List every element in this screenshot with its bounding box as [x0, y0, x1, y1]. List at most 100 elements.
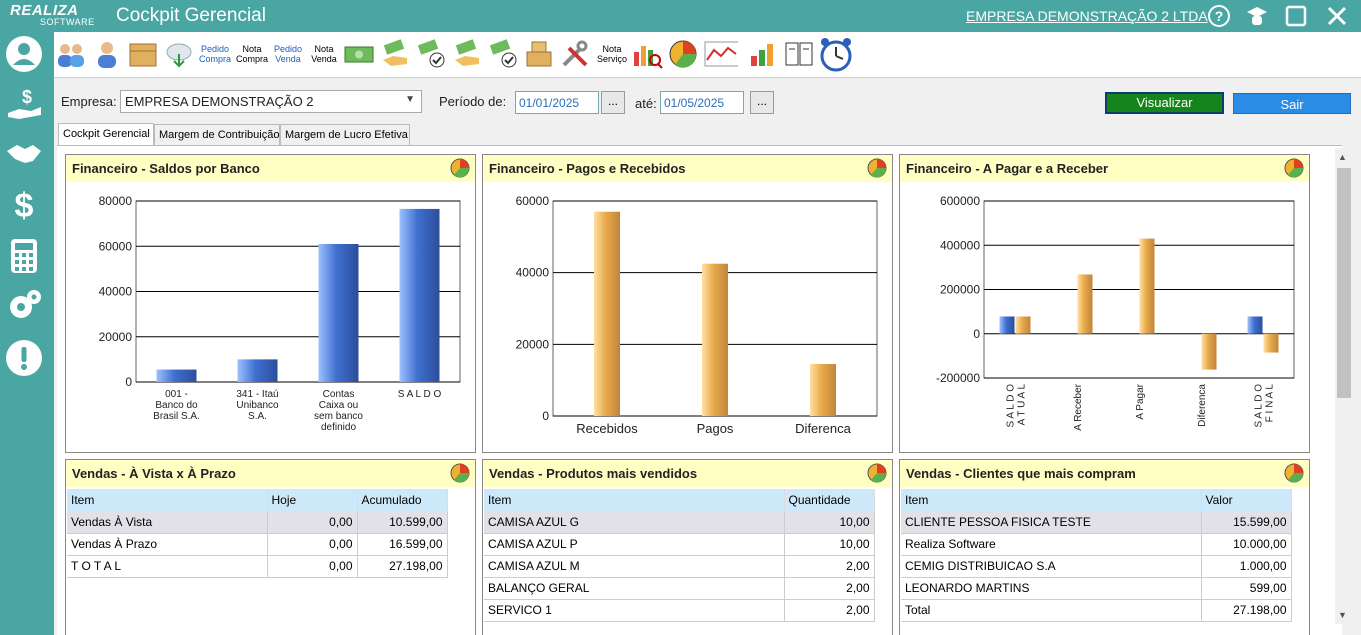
- maximize-icon[interactable]: [1283, 3, 1309, 29]
- column-header: Acumulado: [357, 489, 448, 511]
- empresa-select[interactable]: EMPRESA DEMONSTRAÇÃO 2 ▼: [120, 90, 422, 113]
- table-row[interactable]: SERVICO 1 2,00: [484, 599, 875, 622]
- bar-chart-pagar-receber: -2000000200000400000600000S A L D OA T U…: [936, 194, 1295, 431]
- table-row[interactable]: CAMISA AZUL M 2,00: [484, 555, 875, 578]
- table-row[interactable]: CEMIG DISTRIBUICAO S.A 1.000,00: [901, 555, 1292, 578]
- pie-chart-icon[interactable]: [449, 462, 471, 484]
- alarm-clock-icon[interactable]: [818, 36, 852, 72]
- pie-chart-icon[interactable]: [1283, 157, 1305, 179]
- chevron-down-icon: ▼: [405, 94, 415, 105]
- date-to-picker-button[interactable]: ...: [750, 91, 774, 114]
- x-tick-label: Pagos: [697, 421, 734, 436]
- chart-search-icon[interactable]: [630, 36, 664, 72]
- boxes-icon[interactable]: [522, 36, 556, 72]
- dollar-icon[interactable]: $: [4, 184, 44, 224]
- table-cell: BALANÇO GERAL: [484, 577, 785, 600]
- vista-prazo-table: Item Hoje Acumulado Vendas À Vista 0,00 …: [67, 489, 448, 578]
- bar: [1139, 238, 1155, 334]
- pie-chart-icon[interactable]: [866, 157, 888, 179]
- money-check-icon[interactable]: [414, 36, 448, 72]
- table-header-row: Item Valor: [901, 489, 1292, 511]
- table-row[interactable]: Vendas À Prazo 0,00 16.599,00: [67, 533, 448, 556]
- table-row[interactable]: CAMISA AZUL P 10,00: [484, 533, 875, 556]
- alert-icon[interactable]: [4, 338, 44, 378]
- hand-money-icon[interactable]: $: [4, 84, 44, 124]
- payment-check-icon[interactable]: [486, 36, 520, 72]
- panel-clientes: Vendas - Clientes que mais compram Item …: [899, 459, 1310, 635]
- user-icon[interactable]: [4, 34, 44, 74]
- panel-title: Financeiro - Saldos por Banco: [66, 155, 475, 182]
- date-from-input[interactable]: 01/01/2025: [515, 91, 599, 114]
- nota-servico-button[interactable]: Nota Serviço: [594, 44, 630, 64]
- bar-chart-icon[interactable]: [746, 36, 780, 72]
- x-tick-label: Banco do: [155, 400, 198, 411]
- table-row[interactable]: CAMISA AZUL G 10,00: [484, 511, 875, 534]
- gears-icon[interactable]: [4, 286, 44, 326]
- y-tick-label: 20000: [99, 330, 133, 344]
- tab-cockpit-gerencial[interactable]: Cockpit Gerencial: [58, 123, 154, 145]
- handshake-icon[interactable]: [4, 134, 44, 174]
- money-bill-icon[interactable]: [342, 36, 376, 72]
- sair-button[interactable]: Sair: [1233, 93, 1351, 114]
- realiza-logo: REALIZA SOFTWARE: [10, 2, 100, 30]
- table-header-row: Item Quantidade: [484, 489, 875, 511]
- scroll-thumb[interactable]: [1337, 168, 1351, 398]
- box-icon[interactable]: [126, 36, 160, 72]
- pie-chart-icon[interactable]: [1283, 462, 1305, 484]
- date-to-input[interactable]: 01/05/2025: [660, 91, 744, 114]
- bar: [1077, 274, 1093, 334]
- column-header: Valor: [1201, 489, 1292, 511]
- vertical-scrollbar[interactable]: ▲ ▼: [1335, 148, 1353, 624]
- visualizar-button[interactable]: Visualizar: [1105, 92, 1224, 114]
- table-cell: 27.198,00: [357, 555, 448, 578]
- users-group-icon[interactable]: [54, 36, 88, 72]
- user-person-icon[interactable]: [90, 36, 124, 72]
- cloud-download-icon[interactable]: [162, 36, 196, 72]
- table-row[interactable]: Realiza Software 10.000,00: [901, 533, 1292, 556]
- pie-chart-icon[interactable]: [666, 36, 700, 72]
- scroll-down-icon[interactable]: ▼: [1338, 610, 1347, 620]
- table-row[interactable]: Vendas À Vista 0,00 10.599,00: [67, 511, 448, 534]
- x-tick-label: A Receber: [1073, 383, 1084, 430]
- graduation-icon[interactable]: [1244, 3, 1270, 29]
- pedido-venda-button[interactable]: Pedido Venda: [270, 44, 306, 64]
- money-hand-icon[interactable]: [378, 36, 412, 72]
- nota-compra-button[interactable]: Nota Compra: [234, 44, 270, 64]
- table-row[interactable]: LEONARDO MARTINS 599,00: [901, 577, 1292, 600]
- tab-margem-contribuicao[interactable]: Margem de Contribuição: [154, 124, 280, 145]
- close-icon[interactable]: [1324, 3, 1350, 29]
- pie-chart-icon[interactable]: [866, 462, 888, 484]
- help-icon[interactable]: ?: [1206, 3, 1232, 29]
- bar: [810, 364, 836, 416]
- pie-chart-icon[interactable]: [449, 157, 471, 179]
- table-cell: CAMISA AZUL P: [484, 533, 785, 556]
- report-icon[interactable]: [782, 36, 816, 72]
- x-tick-label: S A L D O: [1006, 384, 1017, 428]
- pedido-compra-button[interactable]: Pedido Compra: [197, 44, 233, 64]
- scroll-up-icon[interactable]: ▲: [1338, 152, 1347, 162]
- table-cell: 2,00: [784, 599, 875, 622]
- svg-text:?: ?: [1215, 8, 1224, 24]
- svg-text:$: $: [22, 87, 32, 107]
- date-from-picker-button[interactable]: ...: [601, 91, 625, 114]
- x-tick-label: S A L D O: [398, 389, 442, 400]
- tools-icon[interactable]: [558, 36, 592, 72]
- table-row[interactable]: T O T A L 0,00 27.198,00: [67, 555, 448, 578]
- table-row[interactable]: BALANÇO GERAL 2,00: [484, 577, 875, 600]
- column-header: Hoje: [267, 489, 358, 511]
- line-chart-icon[interactable]: [704, 36, 738, 72]
- tab-margem-lucro[interactable]: Margem de Lucro Efetiva: [280, 124, 410, 145]
- table-cell: 2,00: [784, 577, 875, 600]
- sidebar: $ $: [0, 32, 54, 635]
- table-row[interactable]: CLIENTE PESSOA FISICA TESTE 15.599,00: [901, 511, 1292, 534]
- company-link[interactable]: EMPRESA DEMONSTRAÇÃO 2 LTDA: [966, 8, 1208, 24]
- y-tick-label: 600000: [940, 194, 980, 208]
- table-cell: T O T A L: [67, 555, 268, 578]
- calculator-icon[interactable]: [4, 236, 44, 276]
- money-receive-icon[interactable]: [450, 36, 484, 72]
- dashboard-content: Financeiro - Saldos por Banco 0 20000 4000…: [57, 145, 1342, 635]
- table-row[interactable]: Total 27.198,00: [901, 599, 1292, 622]
- table-cell: 2,00: [784, 555, 875, 578]
- nota-venda-button[interactable]: Nota Venda: [306, 44, 342, 64]
- y-tick-label: 60000: [516, 194, 550, 208]
